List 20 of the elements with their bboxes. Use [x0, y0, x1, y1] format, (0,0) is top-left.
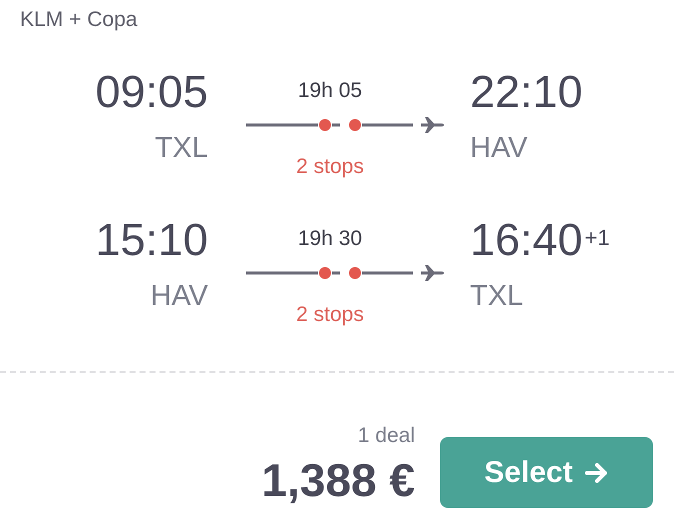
airport-code: HAV [150, 280, 208, 312]
airport-code: HAV [470, 132, 528, 164]
deal-count: 1 deal [358, 424, 415, 448]
departure-time: 09:05 [95, 66, 208, 118]
airplane-icon [420, 114, 444, 136]
airplane-icon [420, 262, 444, 284]
select-button[interactable]: Select [440, 437, 653, 508]
flight-duration: 19h 05 [298, 79, 362, 103]
departure-time: 15:10 [95, 214, 208, 266]
airport-code: TXL [154, 132, 208, 164]
airport-code: TXL [470, 280, 524, 312]
arrival-time: 16:40 [470, 214, 583, 265]
price: 1,388 € [262, 454, 415, 506]
day-offset: +1 [584, 225, 610, 250]
stops-count: 2 stops [296, 303, 364, 327]
arrow-right-icon [584, 462, 609, 484]
arrival-time: 22:10 [470, 66, 584, 118]
flight-duration: 19h 30 [298, 227, 362, 251]
stops-count: 2 stops [296, 155, 364, 179]
airline-names: KLM + Copa [19, 7, 138, 32]
